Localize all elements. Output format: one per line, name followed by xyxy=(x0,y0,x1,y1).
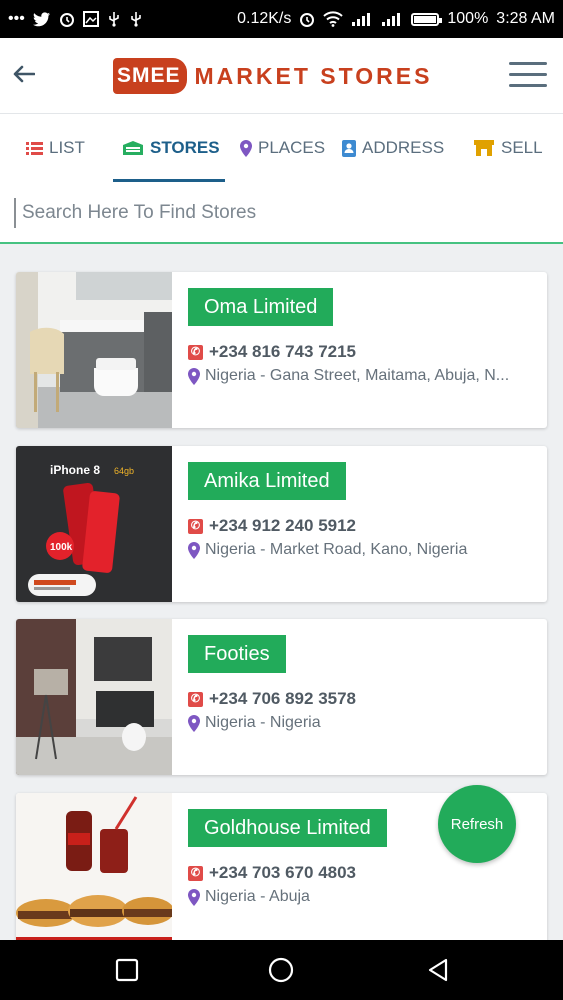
search-bar xyxy=(0,184,563,244)
phone-icon: ✆ xyxy=(188,518,203,534)
battery-percent: 100% xyxy=(447,10,489,27)
signal-icon xyxy=(382,13,401,26)
tab-label: PLACES xyxy=(258,138,326,157)
store-name[interactable]: Goldhouse Limited xyxy=(188,809,387,847)
store-image: iPhone 8 64gb 100k xyxy=(16,446,172,602)
phone-icon: ✆ xyxy=(188,865,203,881)
logo-badge: SMEE xyxy=(113,58,187,94)
address-text: Nigeria - Gana Street, Maitama, Abuja, N… xyxy=(205,367,510,384)
address-text: Nigeria - Abuja xyxy=(205,888,310,905)
search-input[interactable] xyxy=(14,198,542,228)
menu-line xyxy=(509,73,547,76)
store-card[interactable]: Footies ✆ +234 706 892 3578 Nigeria - Ni… xyxy=(16,619,547,775)
address-text: Nigeria - Nigeria xyxy=(205,714,321,731)
triangle-back-icon xyxy=(428,958,448,982)
tab-label: LIST xyxy=(49,138,85,157)
phone-icon: ✆ xyxy=(188,344,203,360)
battery-icon xyxy=(411,12,443,26)
tab-stores[interactable]: STORES xyxy=(122,114,220,182)
phone-number: +234 816 743 7215 xyxy=(209,342,357,361)
square-icon xyxy=(115,958,139,982)
phone-number: +234 706 892 3578 xyxy=(209,689,357,708)
store-name[interactable]: Oma Limited xyxy=(188,288,334,326)
wifi-icon xyxy=(323,11,344,27)
tab-label: ADDRESS xyxy=(362,138,445,157)
twitter-icon xyxy=(32,11,50,26)
map-pin-icon xyxy=(188,714,200,732)
usb-icon xyxy=(109,12,119,27)
alarm-icon xyxy=(59,13,74,27)
alarm-icon xyxy=(300,13,315,27)
store-card[interactable]: Oma Limited ✆ +234 816 743 7215 Nigeria … xyxy=(16,272,547,428)
store-address: Nigeria - Nigeria xyxy=(188,714,538,732)
status-bar: ••• 0.12K/s 100% 3:28 AM xyxy=(0,0,563,38)
hamburger-menu-button[interactable] xyxy=(509,62,547,90)
phone-number: +234 703 670 4803 xyxy=(209,863,357,882)
tab-bar: LIST STORES PLACES ADDRESS SELL xyxy=(0,114,563,184)
store-image xyxy=(16,793,172,940)
store-address: Nigeria - Abuja xyxy=(188,888,538,906)
store-phone[interactable]: ✆ +234 816 743 7215 xyxy=(188,342,356,362)
circle-icon xyxy=(268,957,294,983)
refresh-button[interactable]: Refresh xyxy=(438,785,516,863)
store-card[interactable]: iPhone 8 64gb 100k Amika Limited ✆ +234 … xyxy=(16,446,547,602)
list-icon xyxy=(26,141,43,155)
map-pin-icon xyxy=(188,888,200,906)
app-header: SMEE MARKET STORES xyxy=(0,38,563,114)
map-pin-icon xyxy=(240,139,252,157)
address-text: Nigeria - Market Road, Kano, Nigeria xyxy=(205,541,468,558)
ad-phone-capacity: 64gb xyxy=(114,466,134,476)
tab-sell[interactable]: SELL xyxy=(473,114,543,182)
phone-icon: ✆ xyxy=(188,691,203,707)
store-phone[interactable]: ✆ +234 706 892 3578 xyxy=(188,689,356,709)
store-address: Nigeria - Market Road, Kano, Nigeria xyxy=(188,541,538,559)
menu-line xyxy=(509,62,547,65)
tab-label: SELL xyxy=(501,138,543,157)
back-button[interactable] xyxy=(10,60,38,88)
tab-places[interactable]: PLACES xyxy=(240,114,325,182)
tab-list[interactable]: LIST xyxy=(26,114,85,182)
store-image xyxy=(16,272,172,428)
app-logo[interactable]: SMEE MARKET STORES xyxy=(113,58,432,94)
signal-icon xyxy=(352,13,371,26)
ad-phone-title: iPhone 8 xyxy=(50,463,100,477)
store-name[interactable]: Footies xyxy=(188,635,286,673)
arrow-left-icon xyxy=(13,65,35,83)
store-phone[interactable]: ✆ +234 912 240 5912 xyxy=(188,516,356,536)
status-left-icons: ••• xyxy=(8,11,143,27)
address-card-icon xyxy=(342,139,356,157)
store-phone[interactable]: ✆ +234 703 670 4803 xyxy=(188,863,356,883)
usb-icon xyxy=(131,12,141,27)
map-pin-icon xyxy=(188,367,200,385)
system-nav-bar xyxy=(0,940,563,1000)
network-speed: 0.12K/s xyxy=(237,10,292,27)
status-right: 0.12K/s 100% 3:28 AM xyxy=(237,10,555,28)
store-image xyxy=(16,619,172,775)
menu-line xyxy=(509,84,547,87)
ad-price: 100k xyxy=(50,542,73,553)
store-address: Nigeria - Gana Street, Maitama, Abuja, N… xyxy=(188,367,538,385)
home-button[interactable] xyxy=(266,955,296,985)
logo-text: MARKET STORES xyxy=(194,62,433,89)
store-name[interactable]: Amika Limited xyxy=(188,462,346,500)
store-icon xyxy=(123,141,143,155)
more-dots-icon: ••• xyxy=(8,10,25,27)
active-tab-indicator xyxy=(113,179,225,182)
clock: 3:28 AM xyxy=(496,10,555,27)
tab-label: STORES xyxy=(150,138,220,157)
shop-icon xyxy=(474,140,494,156)
image-icon xyxy=(82,11,99,27)
back-nav-button[interactable] xyxy=(423,955,453,985)
recent-apps-button[interactable] xyxy=(112,955,142,985)
map-pin-icon xyxy=(188,541,200,559)
phone-number: +234 912 240 5912 xyxy=(209,516,357,535)
tab-address[interactable]: ADDRESS xyxy=(342,114,444,182)
